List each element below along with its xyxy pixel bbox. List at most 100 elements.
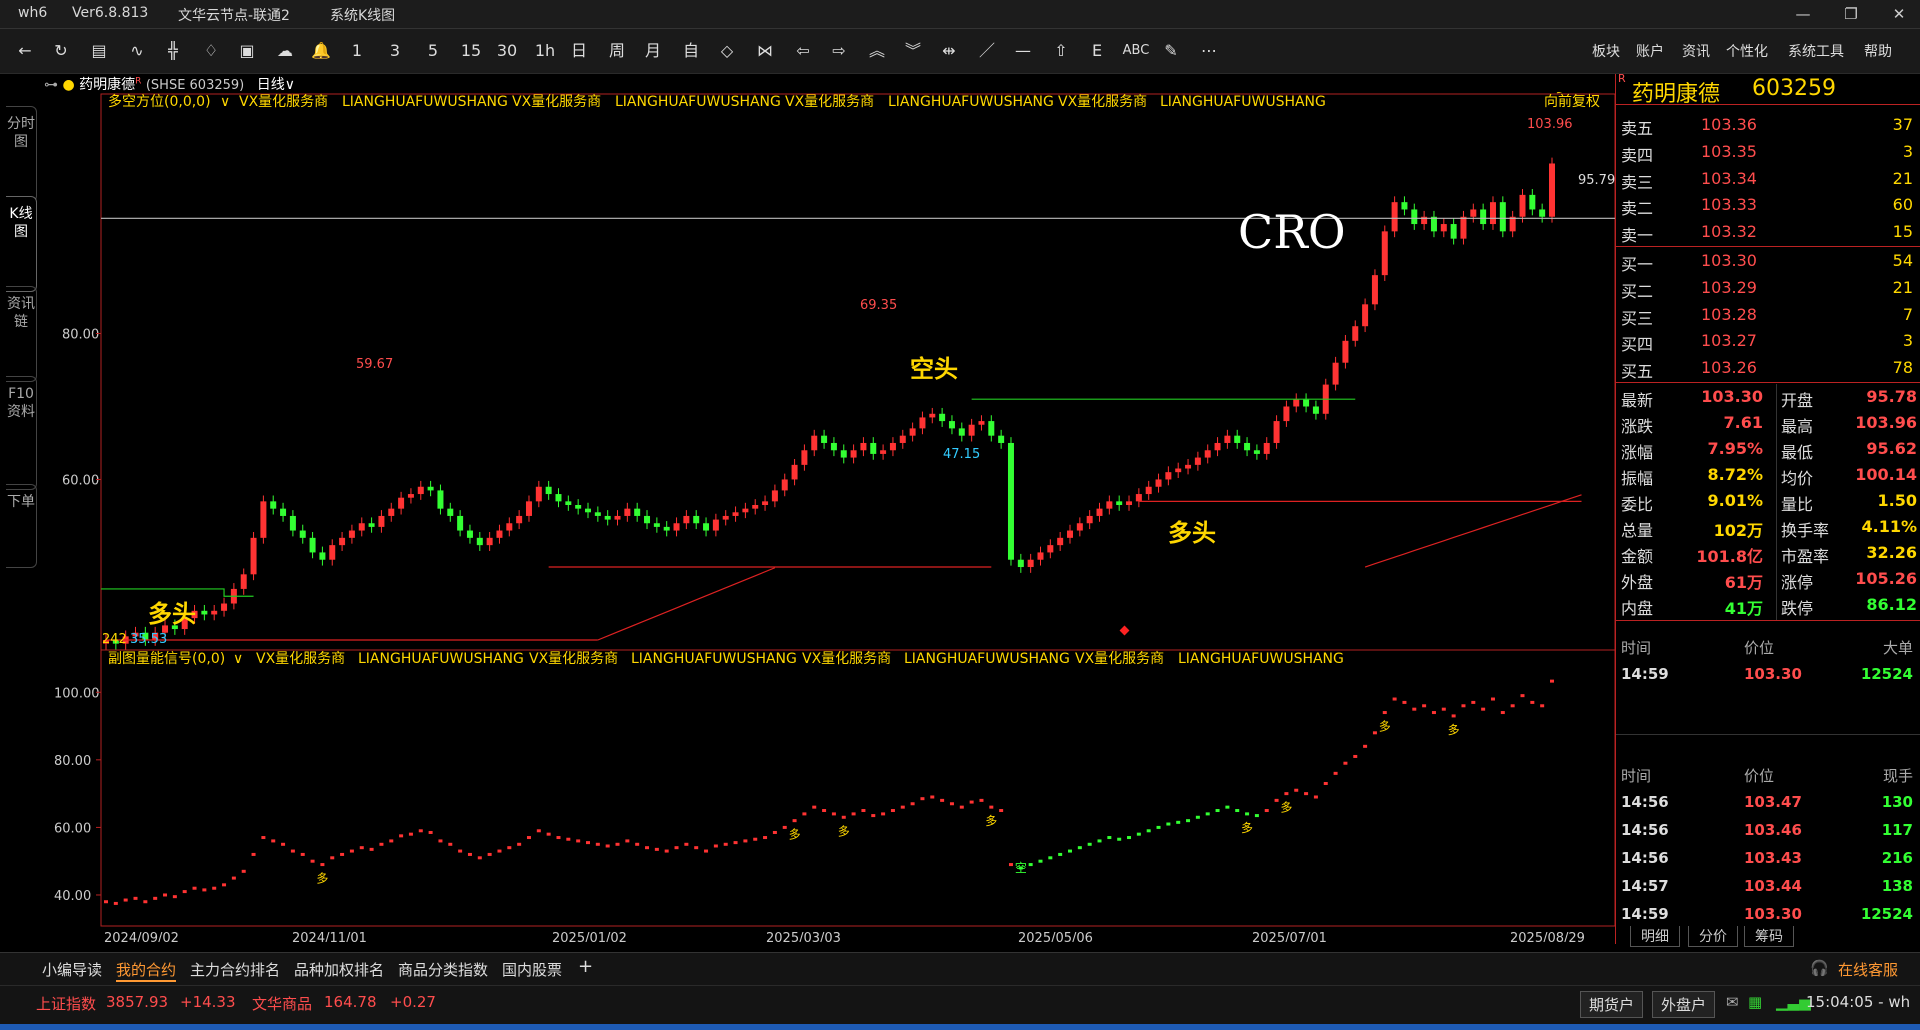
tab-weighted-rank[interactable]: 品种加权排名 xyxy=(294,959,384,980)
period-month[interactable]: 月 xyxy=(640,39,666,63)
banner-en-4: LIANGHUAFUWUSHANG xyxy=(1160,94,1326,110)
list-row[interactable]: 14:59 103.30 12524 xyxy=(1616,662,1920,688)
bid-row[interactable]: 买四 103.27 3 xyxy=(1616,328,1920,354)
minimize-icon[interactable]: — xyxy=(1788,3,1818,25)
signal-candle xyxy=(104,900,108,904)
ask-row[interactable]: 卖一 103.32 15 xyxy=(1616,219,1920,245)
period-1h[interactable]: 1h xyxy=(530,39,560,63)
text-tool-icon[interactable]: ABC xyxy=(1120,39,1152,63)
tab-price-distribution[interactable]: 分价 xyxy=(1688,926,1738,947)
pen-icon[interactable]: ✎ xyxy=(1158,39,1184,63)
list-row[interactable]: 14:56 103.46 117 xyxy=(1616,818,1920,844)
list-row[interactable]: 14:57 103.44 138 xyxy=(1616,874,1920,900)
ask-row[interactable]: 卖五 103.36 37 xyxy=(1616,112,1920,138)
back-icon[interactable]: ← xyxy=(12,39,38,63)
signal-candle xyxy=(1451,714,1456,718)
server-name: 文华云节点-联通2 xyxy=(178,8,290,24)
menu-sector[interactable]: 板块 xyxy=(1592,41,1620,61)
period-day[interactable]: 日 xyxy=(566,39,592,63)
prev-icon[interactable]: ⇦ xyxy=(790,39,816,63)
menu-news[interactable]: 资讯 xyxy=(1682,41,1710,61)
link-icon[interactable]: ⊶ xyxy=(44,77,58,93)
menu-tools[interactable]: 系统工具 xyxy=(1788,41,1844,61)
support-line xyxy=(106,500,1582,641)
kline-chart[interactable]: 80.00 60.00 100.00 80.00 60.00 40.00 2024/09/0… xyxy=(0,92,1615,942)
caret-icon[interactable]: ∨ xyxy=(220,94,230,110)
more-icon[interactable]: ⋯ xyxy=(1196,39,1222,63)
period-15[interactable]: 15 xyxy=(456,39,486,63)
period-select[interactable]: 日线 xyxy=(257,77,285,93)
sub-indicator-label[interactable]: 副图量能信号(0,0) xyxy=(108,651,225,667)
bid-row[interactable]: 买一 103.30 54 xyxy=(1616,248,1920,274)
ask-row[interactable]: 卖四 103.35 3 xyxy=(1616,139,1920,165)
bid-row[interactable]: 买五 103.26 78 xyxy=(1616,355,1920,381)
candle-body xyxy=(260,501,267,538)
fib-icon[interactable]: Ε xyxy=(1084,39,1110,63)
mail-icon[interactable]: ✉ xyxy=(1726,993,1739,1011)
row-time: 14:59 xyxy=(1621,905,1669,923)
index2-name[interactable]: 文华商品 xyxy=(252,993,312,1014)
calc-icon[interactable]: ▣ xyxy=(234,39,260,63)
candle-body xyxy=(280,508,287,516)
candle-body xyxy=(1342,340,1349,363)
menu-help[interactable]: 帮助 xyxy=(1864,41,1892,61)
period-custom[interactable]: 自 xyxy=(678,39,704,63)
period-3[interactable]: 3 xyxy=(382,39,408,63)
tab-main-contract-rank[interactable]: 主力合约排名 xyxy=(190,959,280,980)
low1-label: 47.15 xyxy=(943,447,980,462)
horizontal-line-icon[interactable]: — xyxy=(1010,39,1036,63)
main-indicator-label[interactable]: 多空方位(0,0,0) xyxy=(108,93,211,110)
headset-icon[interactable]: 🎧 xyxy=(1810,959,1829,977)
bell-icon[interactable]: 🔔 xyxy=(308,39,334,63)
grid-icon[interactable]: ▦ xyxy=(1748,993,1762,1011)
bid-row[interactable]: 买三 103.28 7 xyxy=(1616,302,1920,328)
period-30[interactable]: 30 xyxy=(492,39,522,63)
tab-domestic-stocks[interactable]: 国内股票 xyxy=(502,959,562,980)
ask-row[interactable]: 卖二 103.33 60 xyxy=(1616,192,1920,218)
caret-icon[interactable]: ∨ xyxy=(233,651,243,667)
line-chart-icon[interactable]: ∿ xyxy=(124,39,150,63)
draw-line-icon[interactable]: ／ xyxy=(974,39,1000,63)
arrow-up-icon[interactable]: ⇧ xyxy=(1048,39,1074,63)
restore-icon[interactable]: ❐ xyxy=(1836,3,1866,25)
next-icon[interactable]: ⇨ xyxy=(826,39,852,63)
list-row[interactable]: 14:56 103.47 130 xyxy=(1616,790,1920,816)
tab-detail[interactable]: 明细 xyxy=(1630,926,1680,947)
menu-personalize[interactable]: 个性化 xyxy=(1726,41,1768,61)
tab-chips[interactable]: 筹码 xyxy=(1744,926,1794,947)
indicator-icon[interactable]: ♢ xyxy=(198,39,224,63)
tab-my-contracts[interactable]: 我的合约 xyxy=(116,959,177,982)
period-week[interactable]: 周 xyxy=(604,39,630,63)
tab-editor-guide[interactable]: 小编导读 xyxy=(42,959,102,980)
zoom-out-icon[interactable]: ⋈ xyxy=(752,39,778,63)
candle-body xyxy=(1273,421,1280,443)
up-icon[interactable]: ︽ xyxy=(864,39,890,63)
list-row[interactable]: 14:56 103.43 216 xyxy=(1616,846,1920,872)
stat-row: 委比 9.01% 量比 1.50 xyxy=(1616,488,1920,514)
stat-row: 内盘 41万 跌停 86.12 xyxy=(1616,592,1920,618)
period-5[interactable]: 5 xyxy=(420,39,446,63)
bid-row[interactable]: 买二 103.29 21 xyxy=(1616,275,1920,301)
cursor-icon[interactable]: ⇹ xyxy=(936,39,962,63)
foreign-account-button[interactable]: 外盘户 xyxy=(1652,991,1716,1018)
ask-row[interactable]: 卖三 103.34 21 xyxy=(1616,166,1920,192)
index1-name[interactable]: 上证指数 xyxy=(36,993,96,1014)
online-service-link[interactable]: 在线客服 xyxy=(1838,959,1898,980)
down-icon[interactable]: ︾ xyxy=(900,39,926,63)
zoom-in-icon[interactable]: ◇ xyxy=(714,39,740,63)
futures-account-button[interactable]: 期货户 xyxy=(1580,991,1644,1018)
close-icon[interactable]: ✕ xyxy=(1884,3,1914,25)
menu-account[interactable]: 账户 xyxy=(1636,41,1664,61)
list-row[interactable]: 14:59 103.30 12524 xyxy=(1616,902,1920,928)
list-header-cell: 时间 xyxy=(1621,767,1652,785)
restore-label[interactable]: 向前复权 xyxy=(1544,93,1600,110)
add-tab-button[interactable]: + xyxy=(578,956,593,977)
candle-icon[interactable]: ╬ xyxy=(160,39,186,63)
refresh-icon[interactable]: ↻ xyxy=(48,39,74,63)
period-1[interactable]: 1 xyxy=(344,39,370,63)
period-select-caret[interactable]: ∨ xyxy=(285,77,295,93)
cloud-icon[interactable]: ☁ xyxy=(272,39,298,63)
table-icon[interactable]: ▤ xyxy=(86,39,112,63)
candle-body xyxy=(1007,442,1014,560)
tab-commodity-index[interactable]: 商品分类指数 xyxy=(398,959,488,980)
